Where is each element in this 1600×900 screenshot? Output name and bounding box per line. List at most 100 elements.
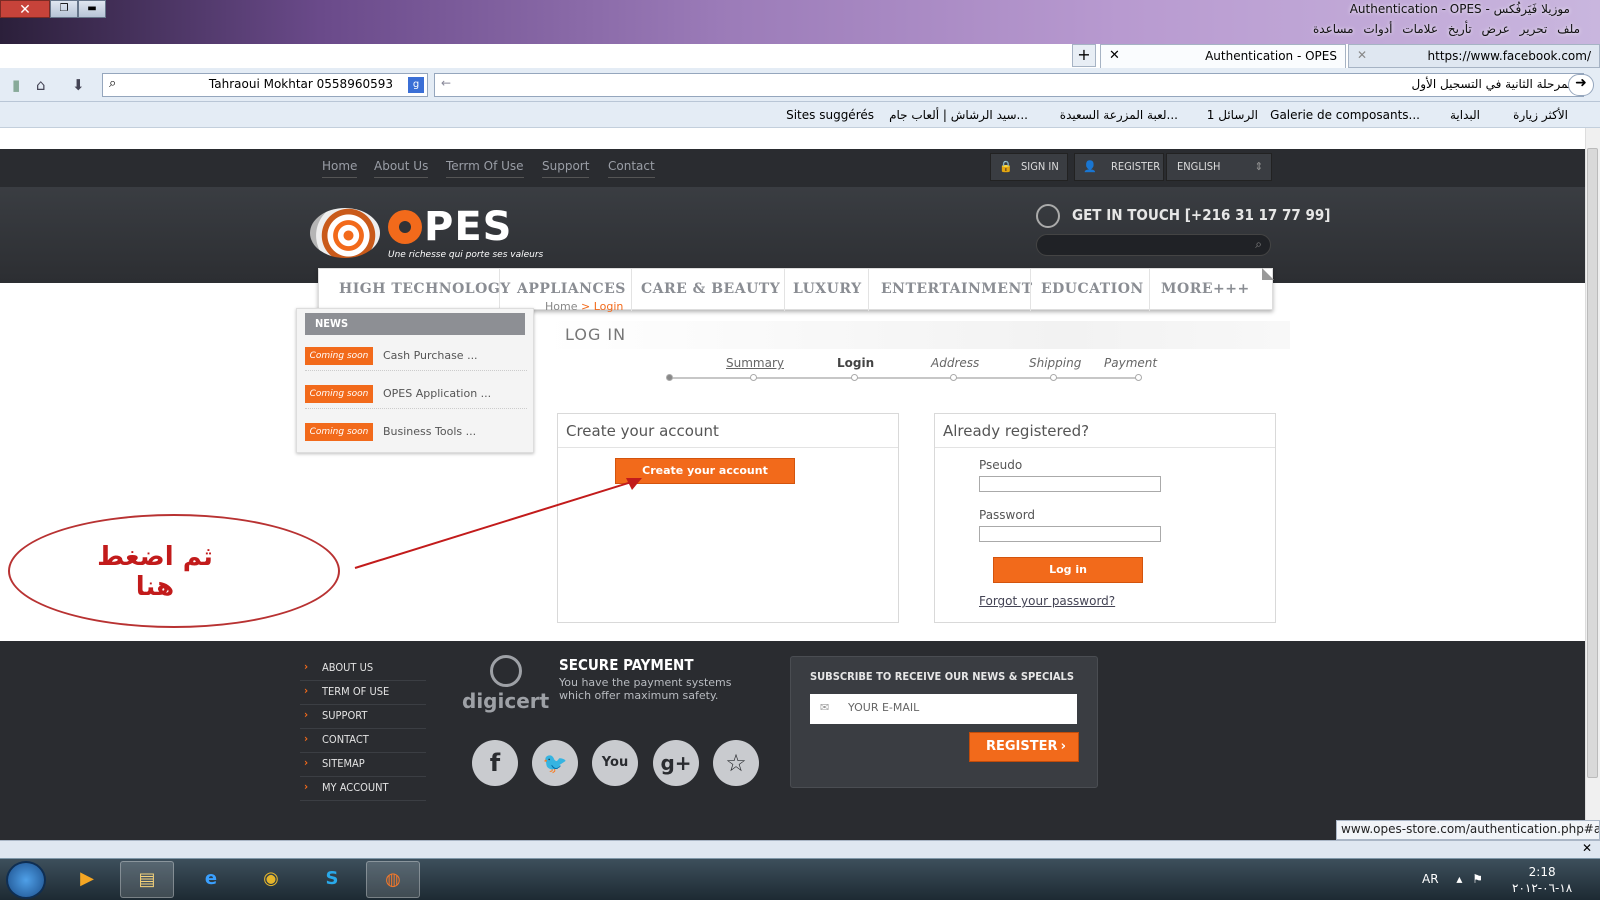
category-separator xyxy=(868,269,869,311)
category-care-beauty[interactable]: CARE & BEAUTY xyxy=(641,281,780,297)
download-icon[interactable]: ⬇ xyxy=(72,76,85,94)
footer-link-sitemap[interactable]: › SITEMAP xyxy=(300,753,426,777)
category-entertainment[interactable]: ENTERTAINMENT xyxy=(881,281,1033,297)
back-icon[interactable]: ← xyxy=(441,76,451,90)
site-search-icon[interactable]: ⌕ xyxy=(1255,237,1262,252)
youtube-icon[interactable]: You xyxy=(592,740,638,786)
tab-close-icon[interactable]: ✕ xyxy=(1357,48,1367,62)
favorite-star-icon[interactable]: ☆ xyxy=(713,740,759,786)
menu-help[interactable]: مساعدة xyxy=(1313,22,1354,36)
menu-history[interactable]: تأريخ xyxy=(1448,22,1472,36)
top-link-home[interactable]: Home xyxy=(322,159,358,178)
subscribe-email-input[interactable]: ✉ YOUR E-MAIL xyxy=(810,694,1077,724)
chrome-icon[interactable]: ◉ xyxy=(244,861,298,898)
show-hidden-icons-icon[interactable]: ▴ xyxy=(1456,872,1462,886)
menu-bookmarks[interactable]: علامات xyxy=(1402,22,1438,36)
menu-view[interactable]: عرض xyxy=(1482,22,1510,36)
search-input[interactable]: ⌕ Tahraoui Mokhtar 0558960593 g xyxy=(102,73,428,97)
bookmark-most-visited[interactable]: الأكثر زيارة xyxy=(1513,108,1568,122)
signal-icon: ▮ xyxy=(12,76,21,94)
digicert-mark-icon xyxy=(490,655,522,687)
firefox-icon[interactable]: ◍ xyxy=(366,861,420,898)
system-clock[interactable]: 2:18 ١٨-٠٦-٢٠١٢ xyxy=(1512,864,1572,896)
bookmark-messages[interactable]: 1 الرسائل xyxy=(1207,108,1258,122)
site-search-input[interactable]: ⌕ xyxy=(1036,234,1271,256)
bookmark-start[interactable]: البداية xyxy=(1450,108,1480,122)
logo-tagline: Une richesse qui porte ses valeurs xyxy=(388,250,544,260)
top-link-contact[interactable]: Contact xyxy=(608,159,655,178)
category-appliances[interactable]: APPLIANCES xyxy=(517,281,626,297)
sign-in-button[interactable]: 🔒 SIGN IN xyxy=(990,153,1068,181)
secure-payment-title: SECURE PAYMENT xyxy=(559,656,694,674)
start-button[interactable] xyxy=(6,861,46,899)
footer-link-my-account[interactable]: › MY ACCOUNT xyxy=(300,777,426,801)
action-center-flag-icon[interactable]: ⚑ xyxy=(1472,872,1483,886)
top-link-terms[interactable]: Terrm Of Use xyxy=(446,159,524,178)
facebook-icon[interactable]: f xyxy=(472,740,518,786)
breadcrumb-home[interactable]: Home xyxy=(545,300,577,313)
menu-bar[interactable]: ملف تحرير عرض تأريخ علامات أدوات مساعدة xyxy=(1313,22,1580,36)
language-indicator[interactable]: AR xyxy=(1422,872,1439,886)
forward-button[interactable]: ➜ xyxy=(1568,74,1594,96)
opes-logo[interactable]: PES Une richesse qui porte ses valeurs xyxy=(310,204,550,266)
category-separator xyxy=(499,269,500,311)
footer-link-terms[interactable]: › TERM OF USE xyxy=(300,681,426,705)
password-input[interactable] xyxy=(979,526,1161,542)
news-item-text[interactable]: Cash Purchase ... xyxy=(383,349,478,362)
news-item-text[interactable]: Business Tools ... xyxy=(383,425,476,438)
top-link-about[interactable]: About Us xyxy=(374,159,429,178)
category-high-technology[interactable]: HIGH TECHNOLOGY xyxy=(339,281,511,297)
tab-close-icon[interactable]: ✕ xyxy=(1109,48,1120,63)
step-summary[interactable]: Summary xyxy=(726,356,784,370)
bookmark-farm-game[interactable]: لعبة المزرعة السعيدة... xyxy=(1060,108,1178,122)
skype-icon[interactable]: S xyxy=(305,861,359,898)
menu-tools[interactable]: أدوات xyxy=(1363,22,1392,36)
forgot-password-link[interactable]: Forgot your password? xyxy=(979,594,1115,608)
login-button[interactable]: Log in xyxy=(993,557,1143,583)
register-button[interactable]: 👤 REGISTER xyxy=(1074,153,1164,181)
language-select[interactable]: ENGLISH ⇕ xyxy=(1166,153,1272,181)
menu-file[interactable]: ملف xyxy=(1557,22,1580,36)
tab-title: https://www.facebook.com/ xyxy=(1427,49,1591,63)
tab-title: Authentication - OPES xyxy=(1205,49,1337,63)
google-plus-icon[interactable]: g+ xyxy=(653,740,699,786)
menu-edit[interactable]: تحرير xyxy=(1520,22,1548,36)
subscribe-register-button[interactable]: REGISTER › xyxy=(969,732,1079,762)
tab-facebook[interactable]: ✕ https://www.facebook.com/ xyxy=(1348,44,1600,68)
media-player-icon[interactable]: ▶ xyxy=(60,861,114,898)
search-engine-icon[interactable]: g xyxy=(408,77,424,93)
footer-link-support[interactable]: › SUPPORT xyxy=(300,705,426,729)
news-item[interactable]: Coming soon OPES Application ... xyxy=(305,379,527,409)
file-explorer-icon[interactable]: ▤ xyxy=(120,861,174,898)
news-item[interactable]: Coming soon Cash Purchase ... xyxy=(305,341,527,371)
pseudo-input[interactable] xyxy=(979,476,1161,492)
bookmark-games[interactable]: سيد الرشاش | ألعاب جام... xyxy=(889,108,1028,122)
category-education[interactable]: EDUCATION xyxy=(1041,281,1144,297)
top-link-support[interactable]: Support xyxy=(542,159,590,178)
tab-authentication[interactable]: ✕ Authentication - OPES xyxy=(1100,44,1346,68)
category-separator xyxy=(784,269,785,311)
footer-link-contact[interactable]: › CONTACT xyxy=(300,729,426,753)
footer-link-about[interactable]: › ABOUT US xyxy=(300,657,426,681)
scrollbar-thumb[interactable] xyxy=(1587,148,1598,778)
home-icon[interactable]: ⌂ xyxy=(36,76,46,94)
internet-explorer-icon[interactable]: e xyxy=(184,861,238,898)
new-tab-button[interactable]: + xyxy=(1072,44,1096,67)
category-more[interactable]: MORE+++ xyxy=(1161,281,1250,297)
twitter-icon[interactable]: 🐦 xyxy=(532,740,578,786)
bookmark-galerie[interactable]: Galerie de composants... xyxy=(1270,108,1420,122)
url-bar[interactable]: ← المرحلة الثانية في التسجيل الأول xyxy=(434,73,1584,97)
news-item[interactable]: Coming soon Business Tools ... xyxy=(305,417,527,447)
windows-taskbar xyxy=(0,858,1600,900)
digicert-text: digicert xyxy=(462,689,550,713)
site-top-nav: Home About Us Terrm Of Use Support Conta… xyxy=(0,149,1585,187)
url-text: المرحلة الثانية في التسجيل الأول xyxy=(1411,77,1576,91)
logo-text: PES xyxy=(424,204,513,250)
category-luxury[interactable]: LUXURY xyxy=(793,281,862,297)
news-item-text[interactable]: OPES Application ... xyxy=(383,387,491,400)
window-close-button[interactable]: ✕ xyxy=(0,0,50,18)
addon-close-icon[interactable]: ✕ xyxy=(1582,841,1592,855)
bookmark-suggested-sites[interactable]: Sites suggérés xyxy=(786,108,874,122)
window-minimize-button[interactable]: ▬ xyxy=(78,0,106,18)
window-maximize-button[interactable]: ❐ xyxy=(50,0,78,18)
